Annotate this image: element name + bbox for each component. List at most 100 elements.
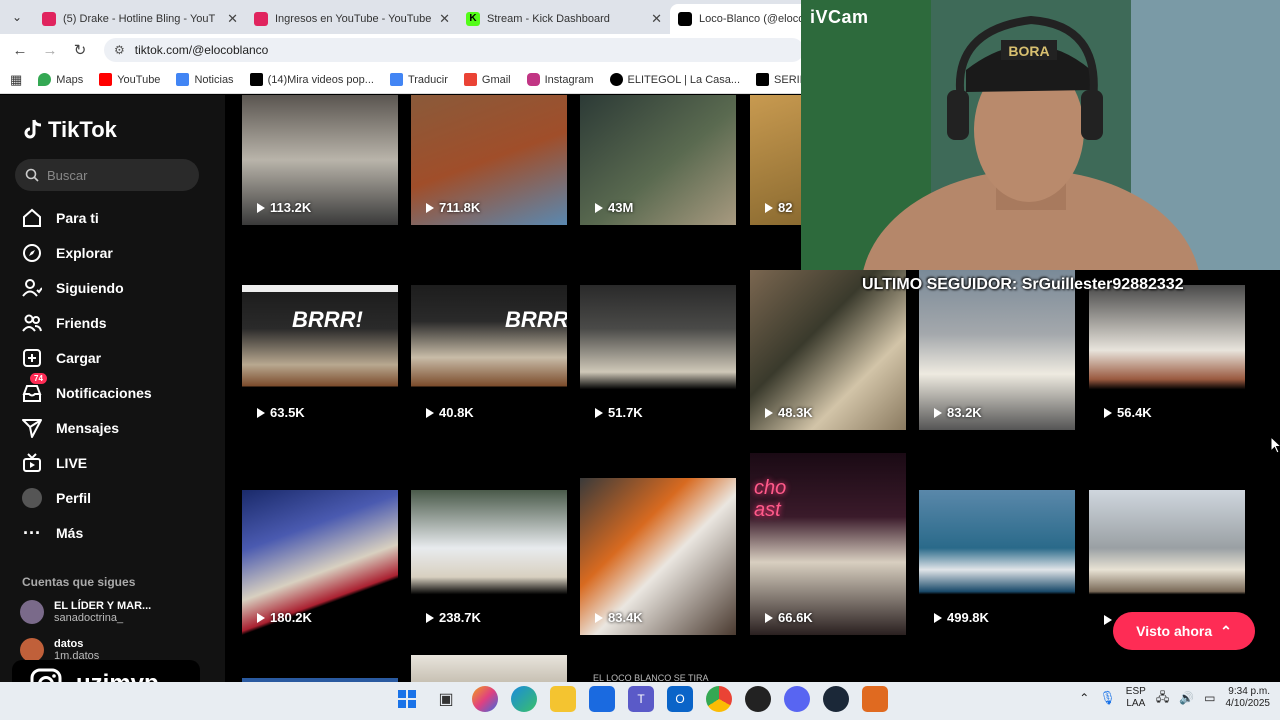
- chevron-up-icon[interactable]: ⌃: [1079, 691, 1089, 705]
- svg-text:BORA: BORA: [1008, 43, 1049, 59]
- windows-start-icon[interactable]: [394, 686, 420, 712]
- streaming-app-icon[interactable]: [862, 686, 888, 712]
- video-thumbnail[interactable]: cho ast 66.6K: [750, 453, 906, 635]
- outlook-icon[interactable]: O: [667, 686, 693, 712]
- nav-label: Notificaciones: [56, 385, 152, 401]
- microphone-icon[interactable]: 🎙: [1099, 690, 1116, 706]
- nav-mensajes[interactable]: Mensajes: [20, 416, 119, 440]
- clock-time: 9:34 p.m.: [1228, 686, 1270, 697]
- video-thumbnail[interactable]: 56.4K: [1089, 285, 1245, 430]
- file-explorer-icon[interactable]: [550, 686, 576, 712]
- language-indicator[interactable]: ESP LAA: [1126, 686, 1146, 710]
- video-thumbnail[interactable]: BRRR 40.8K: [411, 285, 567, 430]
- bookmark-label: Noticias: [194, 73, 234, 86]
- close-tab-icon[interactable]: ✕: [227, 11, 238, 27]
- view-count: 43M: [595, 200, 633, 215]
- nav-live[interactable]: LIVE: [20, 451, 87, 475]
- network-icon[interactable]: 🖧: [1156, 688, 1169, 709]
- video-thumbnail[interactable]: BRRR! 63.5K: [242, 285, 398, 430]
- video-thumbnail[interactable]: 238.7K: [411, 490, 567, 635]
- webcam-label: iVCam: [810, 7, 869, 27]
- clock-date: 4/10/2025: [1225, 698, 1271, 709]
- steam-icon[interactable]: [823, 686, 849, 712]
- view-count: 113.2K: [257, 200, 311, 215]
- url-field[interactable]: ⚙ tiktok.com/@elocoblanco: [104, 38, 804, 62]
- bookmark-maps[interactable]: Maps: [38, 73, 83, 86]
- apps-grid-icon[interactable]: ▦: [10, 72, 22, 88]
- search-input[interactable]: Buscar: [15, 159, 199, 191]
- following-section-title: Cuentas que sigues: [22, 575, 136, 589]
- double-chevron-up-icon: ⌃: [1220, 622, 1232, 639]
- video-thumbnail[interactable]: 499.8K: [919, 490, 1075, 635]
- reload-icon[interactable]: ↻: [68, 38, 92, 62]
- browser-tab[interactable]: Ingresos en YouTube - YouTube ✕: [246, 4, 458, 34]
- bookmark-label: YouTube: [117, 73, 161, 86]
- video-thumbnail[interactable]: 113.2K: [242, 95, 398, 225]
- back-arrow-icon[interactable]: ←: [8, 38, 32, 62]
- recording-app-icon[interactable]: [745, 686, 771, 712]
- bookmark-elitegol[interactable]: ELITEGOL | La Casa...: [609, 73, 741, 86]
- chrome-icon[interactable]: [706, 686, 732, 712]
- video-thumbnail[interactable]: 43M: [580, 95, 736, 225]
- video-thumbnail[interactable]: 83.2K: [919, 270, 1075, 430]
- video-thumbnail[interactable]: 51.7K: [580, 285, 736, 430]
- copilot-icon[interactable]: [472, 686, 498, 712]
- bookmark-gmail[interactable]: Gmail: [463, 73, 511, 86]
- nav-perfil[interactable]: Perfil: [20, 486, 91, 510]
- volume-icon[interactable]: 🔊: [1179, 691, 1194, 705]
- nav-para-ti[interactable]: Para ti: [20, 206, 99, 230]
- nav-friends[interactable]: Friends: [20, 311, 107, 335]
- bookmark-tiktok[interactable]: (14)Mira videos pop...: [249, 73, 374, 86]
- followed-account[interactable]: datos 1m.datos: [20, 638, 99, 662]
- friends-icon: [20, 311, 44, 335]
- followed-account[interactable]: EL LÍDER Y MAR... sanadoctrina_: [20, 600, 151, 624]
- more-icon: ···: [23, 522, 41, 543]
- search-placeholder: Buscar: [47, 167, 88, 183]
- windows-taskbar: ▣ T O ⌃ 🎙 ESP LAA 🖧 🔊 ▭ 9:34 p.m. 4/10/202…: [0, 682, 1280, 720]
- browser-tab[interactable]: K Stream - Kick Dashboard ✕: [458, 4, 670, 34]
- view-count: 51.7K: [595, 405, 643, 420]
- nav-notificaciones[interactable]: 74 Notificaciones: [20, 373, 152, 405]
- tab-search-icon[interactable]: ⌄: [0, 0, 34, 34]
- browser-tab[interactable]: (5) Drake - Hotline Bling - YouT ✕: [34, 4, 246, 34]
- tiktok-logo[interactable]: TikTok: [22, 117, 117, 143]
- bookmark-instagram[interactable]: Instagram: [526, 73, 594, 86]
- discord-icon[interactable]: [784, 686, 810, 712]
- video-thumbnail[interactable]: 180.2K: [242, 490, 398, 635]
- play-icon: [595, 612, 603, 623]
- seen-now-button[interactable]: Visto ahora ⌃: [1113, 612, 1255, 650]
- nav-mas[interactable]: ··· Más: [20, 521, 83, 545]
- video-thumbnail[interactable]: 711.8K: [411, 95, 567, 225]
- bookmark-label: ELITEGOL | La Casa...: [627, 73, 741, 86]
- video-thumbnail[interactable]: [411, 655, 567, 685]
- site-info-icon[interactable]: ⚙: [114, 43, 125, 57]
- youtube-favicon-icon: [254, 12, 268, 26]
- close-tab-icon[interactable]: ✕: [651, 11, 662, 27]
- lang-layout: LAA: [1126, 698, 1146, 709]
- clock[interactable]: 9:34 p.m. 4/10/2025: [1226, 686, 1271, 710]
- thumbnail-caption: BRRR!: [292, 307, 363, 332]
- nav-cargar[interactable]: Cargar: [20, 346, 101, 370]
- nav-siguiendo[interactable]: Siguiendo: [20, 276, 124, 300]
- task-view-icon[interactable]: ▣: [433, 686, 459, 712]
- play-icon: [595, 407, 603, 418]
- bookmark-traducir[interactable]: Traducir: [389, 73, 448, 86]
- nav-label: Explorar: [56, 245, 113, 261]
- store-icon[interactable]: [589, 686, 615, 712]
- bookmark-label: Maps: [56, 73, 84, 86]
- forward-arrow-icon[interactable]: →: [38, 38, 62, 62]
- battery-icon[interactable]: ▭: [1204, 691, 1215, 705]
- video-thumbnail[interactable]: 48.3K: [750, 270, 906, 430]
- edge-icon[interactable]: [511, 686, 537, 712]
- nav-explorar[interactable]: Explorar: [20, 241, 113, 265]
- teams-icon[interactable]: T: [628, 686, 654, 712]
- browser-tab-active[interactable]: Loco-Blanco (@eloco: [670, 4, 810, 34]
- tiktok-favicon-icon: [678, 12, 692, 26]
- bookmark-youtube[interactable]: YouTube: [99, 73, 160, 86]
- close-tab-icon[interactable]: ✕: [439, 11, 450, 27]
- video-thumbnail[interactable]: 83.4K: [580, 478, 736, 635]
- play-icon: [426, 407, 434, 418]
- tiktok-logo-text: TikTok: [48, 117, 117, 142]
- webcam-feed: BORA: [801, 0, 1280, 270]
- bookmark-noticias[interactable]: Noticias: [176, 73, 234, 86]
